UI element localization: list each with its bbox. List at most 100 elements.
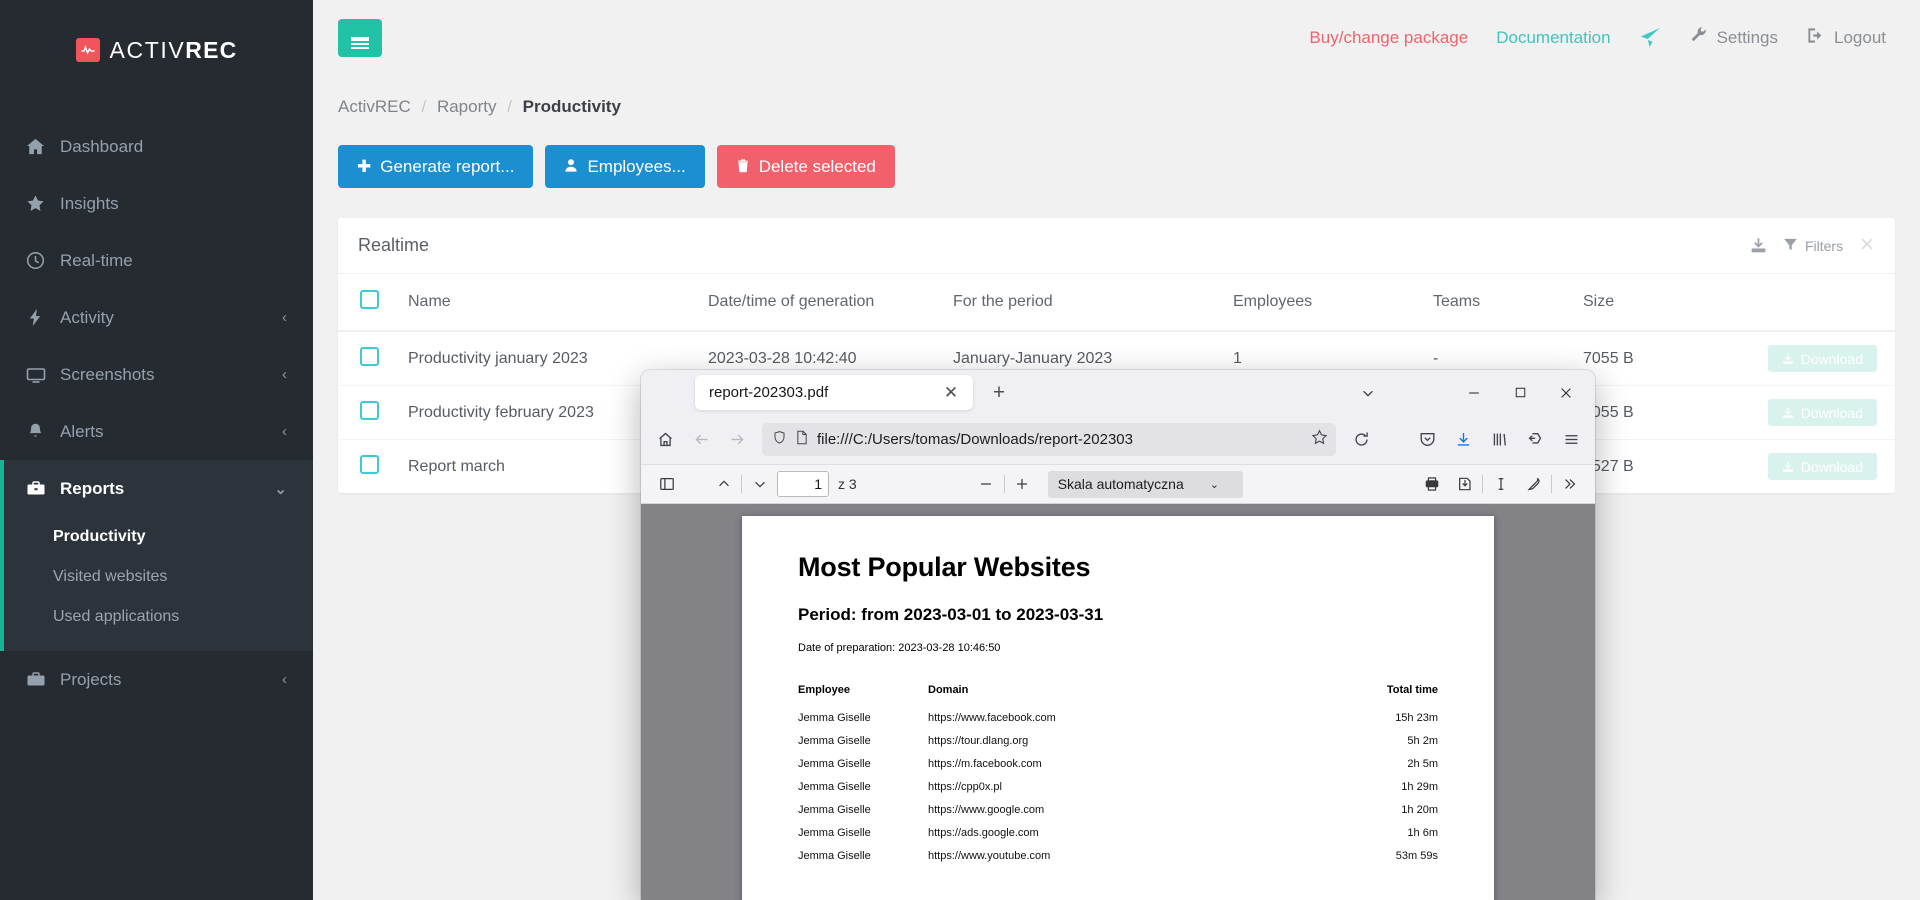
close-icon[interactable]: ✕ <box>937 379 965 407</box>
funnel-icon <box>1783 237 1798 255</box>
library-icon[interactable] <box>1482 424 1516 456</box>
maximize-button[interactable] <box>1497 372 1543 414</box>
pdf-table-body: Jemma Giselle https://www.facebook.com 1… <box>798 706 1438 867</box>
buy-change-package-link[interactable]: Buy/change package <box>1309 28 1468 48</box>
brand-logo[interactable]: ACTIVREC <box>0 0 313 100</box>
close-icon[interactable]: ✕ <box>1859 234 1875 257</box>
pocket-icon[interactable] <box>1410 424 1444 456</box>
column-period[interactable]: For the period <box>945 274 1225 332</box>
pdf-cell-domain: https://cpp0x.pl <box>928 781 1002 793</box>
pdf-viewer[interactable]: Most Popular Websites Period: from 2023-… <box>641 504 1595 900</box>
print-icon[interactable] <box>1416 470 1447 498</box>
download-button[interactable]: Download <box>1767 345 1877 372</box>
chevron-down-icon: ⌄ <box>274 480 287 498</box>
list-all-tabs-button[interactable] <box>1345 372 1391 414</box>
zoom-scale-select[interactable]: Skala automatyczna ⌄ <box>1047 470 1243 498</box>
account-icon[interactable] <box>1518 424 1552 456</box>
page-number-input[interactable] <box>777 471 829 497</box>
arrow-left-icon[interactable] <box>684 424 718 456</box>
column-size[interactable]: Size <box>1575 274 1755 332</box>
pdf-cell-employee: Jemma Giselle <box>798 850 871 862</box>
zoom-in-button[interactable] <box>1007 470 1038 498</box>
breadcrumb-root[interactable]: ActivREC <box>338 97 411 116</box>
sidebar-subitem-used-applications[interactable]: Used applications <box>0 597 313 637</box>
browser-tab[interactable]: report-202303.pdf ✕ <box>695 375 973 410</box>
delete-selected-button[interactable]: Delete selected <box>716 145 895 188</box>
divider <box>1482 475 1483 493</box>
sidebar-item-screenshots[interactable]: Screenshots ‹ <box>0 346 313 403</box>
cell-size: 9527 B <box>1583 457 1634 475</box>
shield-icon[interactable] <box>772 430 787 450</box>
row-select-cell <box>338 440 400 494</box>
select-all-checkbox[interactable] <box>360 290 379 309</box>
sidebar-toggle-button[interactable] <box>338 18 382 57</box>
sidebar-item-alerts[interactable]: Alerts ‹ <box>0 403 313 460</box>
sidebar-item-reports[interactable]: Reports ⌄ <box>0 460 313 517</box>
sidebar-subitem-productivity[interactable]: Productivity <box>0 517 313 557</box>
breadcrumb-separator: / <box>507 97 512 116</box>
chevron-down-icon[interactable] <box>744 470 775 498</box>
documentation-link[interactable]: Documentation <box>1496 28 1610 48</box>
pdf-cell-domain: https://ads.google.com <box>928 827 1039 839</box>
sidebar-item-real-time[interactable]: Real-time <box>0 232 313 289</box>
row-checkbox[interactable] <box>360 454 379 474</box>
breadcrumb-raporty[interactable]: Raporty <box>437 97 497 116</box>
column-date[interactable]: Date/time of generation <box>700 274 945 332</box>
sidebar-item-label: Projects <box>60 669 122 689</box>
star-icon[interactable] <box>1311 428 1328 451</box>
sidebar-item-dashboard[interactable]: Dashboard <box>0 118 313 175</box>
logout-link[interactable]: Logout <box>1806 26 1886 50</box>
monitor-icon <box>26 365 60 385</box>
sidebar-subitem-visited-websites[interactable]: Visited websites <box>0 557 313 597</box>
cell-actions: Download <box>1755 385 1895 440</box>
minimize-button[interactable] <box>1451 372 1497 414</box>
reload-icon[interactable] <box>1344 424 1378 456</box>
download-icon[interactable] <box>1446 424 1480 456</box>
clock-icon <box>26 251 60 270</box>
sidebar-subitem-label: Used applications <box>53 608 180 625</box>
column-employees[interactable]: Employees <box>1225 274 1425 332</box>
sidebar-item-projects[interactable]: Projects ‹ <box>0 651 313 708</box>
star-icon <box>26 194 60 213</box>
generate-report-button[interactable]: ✚ Generate report... <box>338 145 534 188</box>
download-button[interactable]: Download <box>1767 399 1877 426</box>
settings-link[interactable]: Settings <box>1690 26 1778 49</box>
briefcase-icon <box>26 479 60 499</box>
pdf-cell-employee: Jemma Giselle <box>798 712 871 724</box>
download-button[interactable]: Download <box>1767 453 1877 480</box>
paper-plane-icon[interactable] <box>1639 26 1662 49</box>
url-bar[interactable]: file:///C:/Users/tomas/Downloads/report-… <box>762 423 1336 456</box>
row-select-cell <box>338 385 400 440</box>
sidebar-item-label: Reports <box>60 478 125 498</box>
employees-button[interactable]: Employees... <box>545 145 705 188</box>
chevron-up-icon[interactable] <box>708 470 739 498</box>
page-count-label: z 3 <box>838 476 857 492</box>
pdf-time-label: 15h 23m <box>1395 712 1438 724</box>
home-icon[interactable] <box>648 424 682 456</box>
breadcrumb-current: Productivity <box>522 97 621 116</box>
cell-size: 7055 B <box>1575 331 1755 386</box>
row-checkbox[interactable] <box>360 400 379 420</box>
sidebar-item-insights[interactable]: Insights <box>0 175 313 232</box>
text-cursor-icon[interactable] <box>1485 470 1516 498</box>
home-icon <box>26 137 60 156</box>
cell-actions: Download <box>1755 440 1895 494</box>
filters-button[interactable]: Filters <box>1783 237 1843 255</box>
column-teams[interactable]: Teams <box>1425 274 1575 332</box>
arrow-right-icon[interactable] <box>720 424 754 456</box>
close-window-button[interactable] <box>1543 372 1589 414</box>
column-name[interactable]: Name <box>400 274 700 332</box>
save-icon[interactable] <box>1449 470 1480 498</box>
pencil-icon[interactable] <box>1518 470 1549 498</box>
sidebar-item-activity[interactable]: Activity ‹ <box>0 289 313 346</box>
row-select-cell <box>338 331 400 386</box>
zoom-out-button[interactable] <box>971 470 1002 498</box>
pdf-cell-domain: https://www.google.com <box>928 804 1045 816</box>
pdf-table-row: Jemma Giselle https://www.facebook.com 1… <box>798 706 1438 729</box>
new-tab-button[interactable]: + <box>985 379 1013 407</box>
sidebar-toggle-icon[interactable] <box>651 470 682 498</box>
row-checkbox[interactable] <box>360 346 379 366</box>
double-chevron-right-icon[interactable] <box>1554 470 1585 498</box>
export-download-icon[interactable] <box>1750 237 1767 254</box>
hamburger-icon[interactable] <box>1554 424 1588 456</box>
